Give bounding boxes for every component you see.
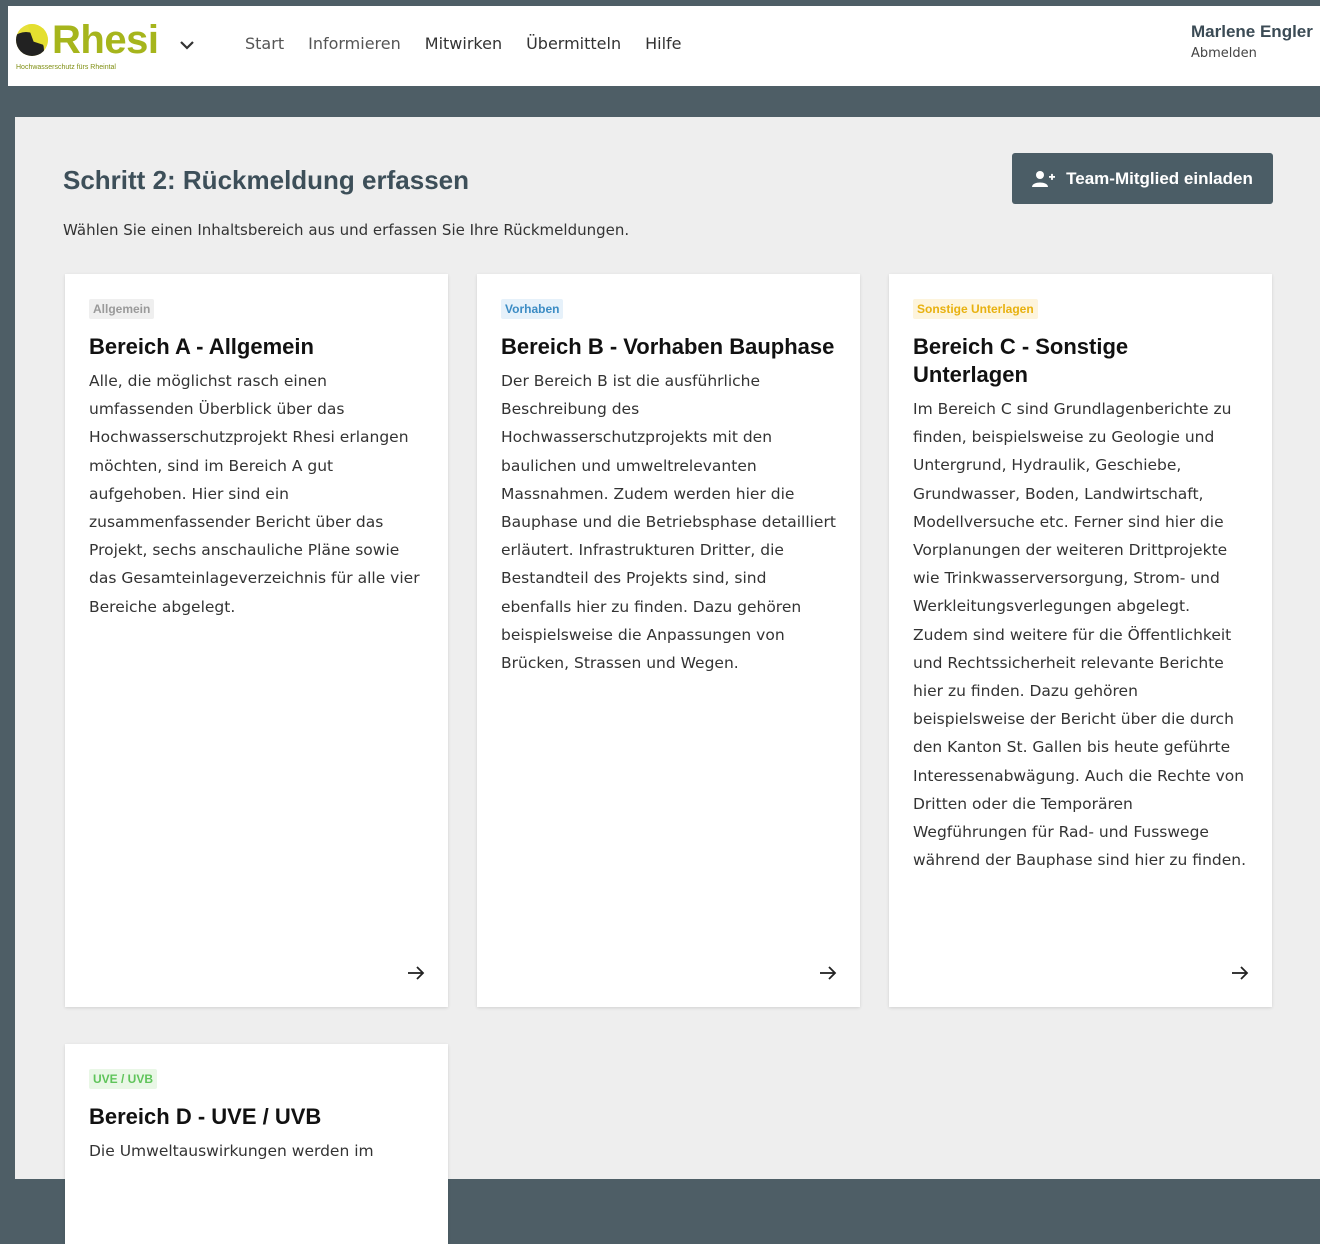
card-description: Alle, die möglichst rasch einen umfassen… xyxy=(89,372,420,616)
logo-mark-icon xyxy=(16,24,48,56)
card-bereich-d[interactable]: UVE / UVB Bereich D - UVE / UVB Die Umwe… xyxy=(65,1044,448,1244)
arrow-right-icon[interactable] xyxy=(818,965,838,981)
card-description: Im Bereich C sind Grundlagenberichte zu … xyxy=(913,400,1247,870)
user-name: Marlene Engler xyxy=(1191,22,1313,41)
top-header: Rhesi Hochwasserschutz fürs Rheintal Sta… xyxy=(8,6,1320,86)
brand-logo[interactable]: Rhesi Hochwasserschutz fürs Rheintal xyxy=(16,18,196,78)
arrow-right-icon[interactable] xyxy=(406,965,426,981)
card-bereich-a[interactable]: Allgemein Bereich A - Allgemein Alle, di… xyxy=(65,274,448,1007)
nav-item-start[interactable]: Start xyxy=(245,34,284,53)
nav-item-hilfe[interactable]: Hilfe xyxy=(645,34,681,53)
card-badge: Allgemein xyxy=(89,299,155,319)
brand-name: Rhesi xyxy=(52,18,159,62)
user-plus-icon xyxy=(1032,170,1056,187)
card-title: Bereich B - Vorhaben Bauphase xyxy=(501,334,835,359)
nav-item-informieren[interactable]: Informieren xyxy=(308,34,401,53)
page-subtitle: Wählen Sie einen Inhaltsbereich aus und … xyxy=(63,221,630,239)
card-title: Bereich C - Sonstige Unterlagen xyxy=(913,334,1129,387)
card-bereich-c[interactable]: Sonstige Unterlagen Bereich C - Sonstige… xyxy=(889,274,1272,1007)
arrow-right-icon[interactable] xyxy=(1230,965,1250,981)
card-badge: Sonstige Unterlagen xyxy=(913,299,1038,319)
main-nav: Start Informieren Mitwirken Übermitteln … xyxy=(245,34,682,53)
invite-button-label: Team-Mitglied einladen xyxy=(1066,168,1253,188)
nav-item-mitwirken[interactable]: Mitwirken xyxy=(425,34,502,53)
main-content: Schritt 2: Rückmeldung erfassen Wählen S… xyxy=(15,117,1320,1244)
card-description: Der Bereich B ist die ausführliche Besch… xyxy=(501,372,836,673)
brand-tagline: Hochwasserschutz fürs Rheintal xyxy=(16,64,116,71)
invite-team-member-button[interactable]: Team-Mitglied einladen xyxy=(1012,153,1273,204)
card-title: Bereich D - UVE / UVB xyxy=(89,1104,322,1129)
card-bereich-b[interactable]: Vorhaben Bereich B - Vorhaben Bauphase D… xyxy=(477,274,860,1007)
logout-link[interactable]: Abmelden xyxy=(1191,46,1313,61)
card-badge: UVE / UVB xyxy=(89,1069,158,1089)
nav-item-uebermitteln[interactable]: Übermitteln xyxy=(526,34,621,53)
user-menu: Marlene Engler Abmelden xyxy=(1191,22,1313,61)
chevron-down-icon[interactable] xyxy=(178,38,196,52)
card-description: Die Umweltauswirkungen werden im xyxy=(89,1142,374,1160)
card-title: Bereich A - Allgemein xyxy=(89,334,314,359)
page-title: Schritt 2: Rückmeldung erfassen xyxy=(63,165,469,195)
card-badge: Vorhaben xyxy=(501,299,564,319)
